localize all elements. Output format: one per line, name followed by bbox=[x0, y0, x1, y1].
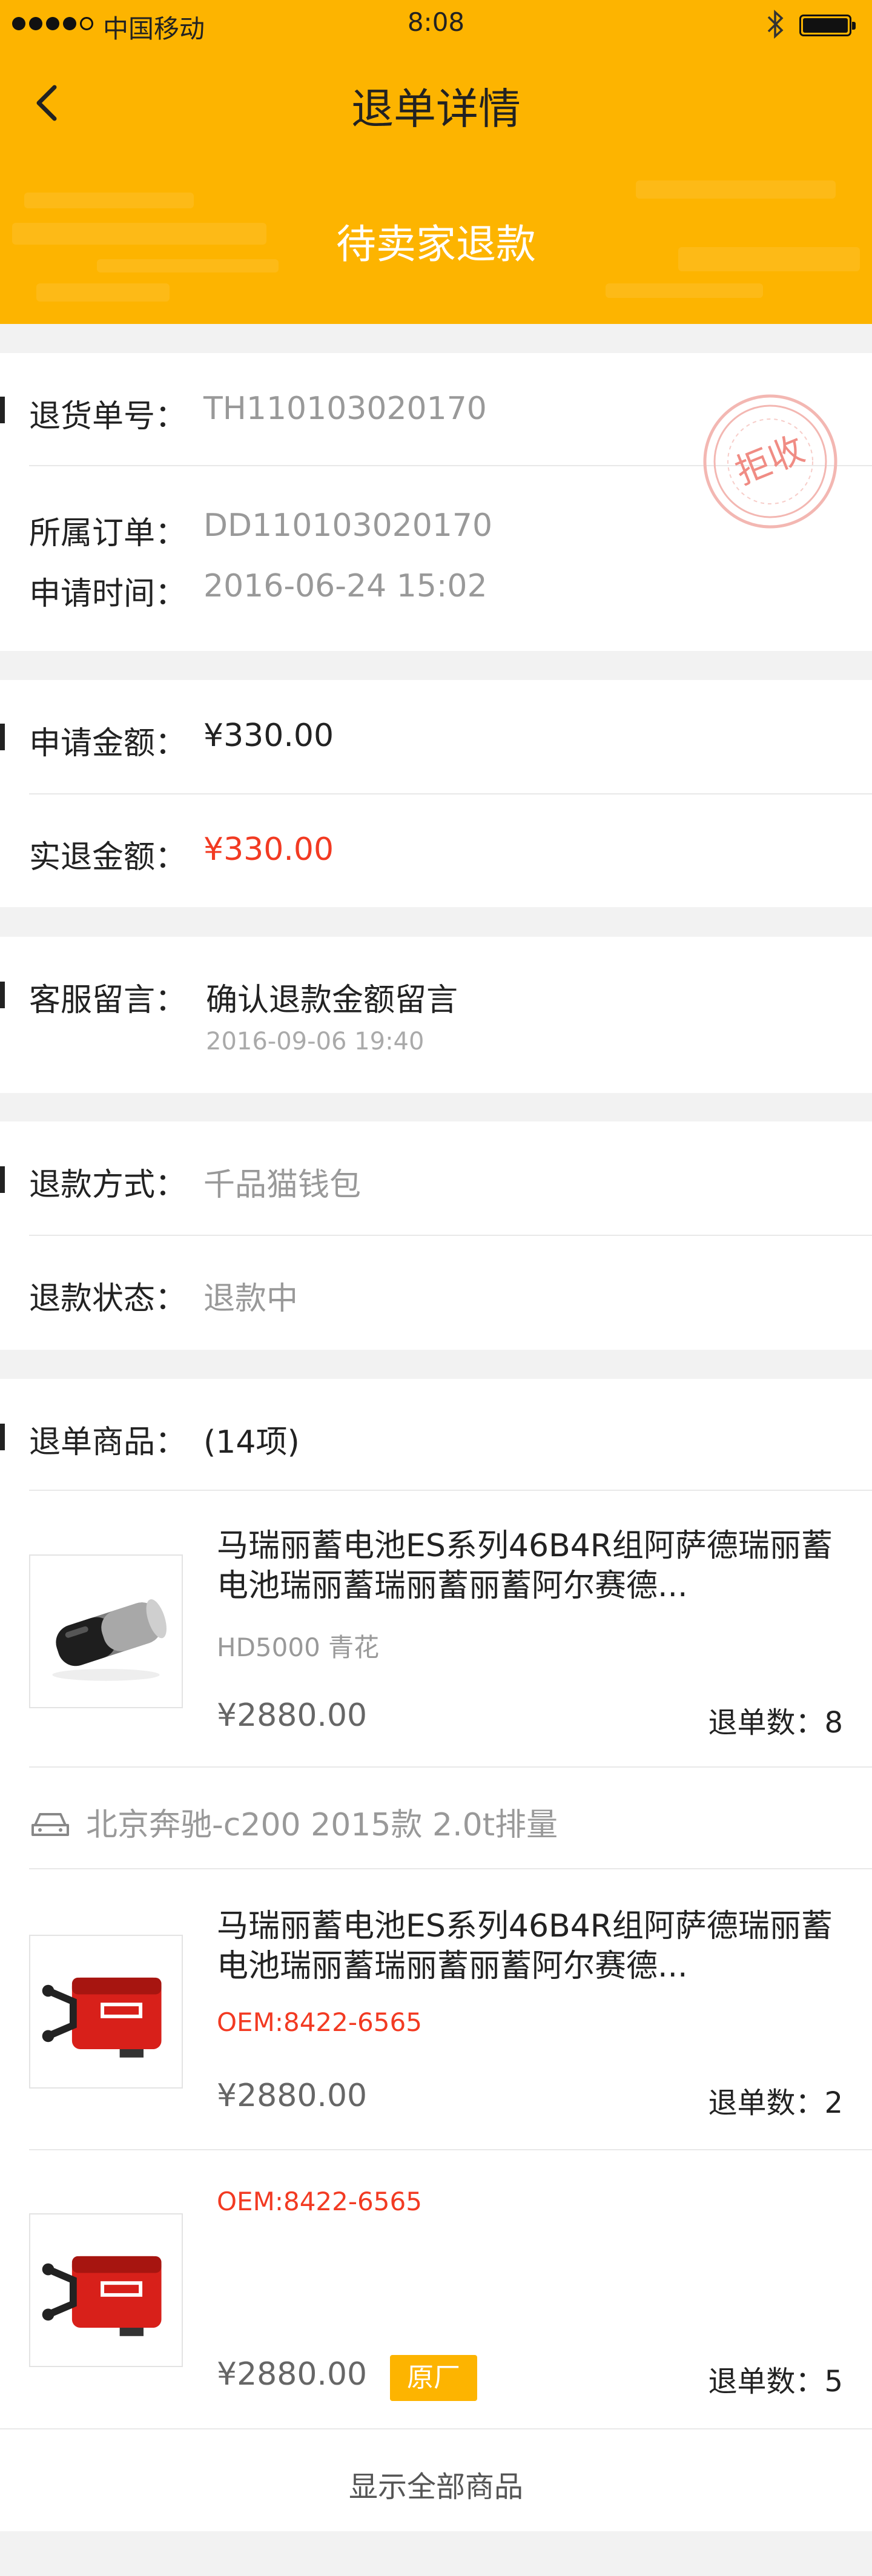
apply-amount-label: 申请金额： bbox=[29, 725, 187, 762]
service-message-time: 2016-09-06 19:40 bbox=[206, 1028, 424, 1055]
apply-amount-value: ¥330.00 bbox=[203, 718, 334, 754]
refund-method-card: 退款方式： 千品猫钱包 退款状态： 退款中 bbox=[0, 1121, 872, 1350]
refund-amount-value: ¥330.00 bbox=[203, 831, 334, 868]
header: 中国移动 8:08 退单详情 待卖家退款 bbox=[0, 0, 872, 324]
product-oem: OEM:8422-6565 bbox=[217, 2187, 422, 2216]
product-image bbox=[29, 2213, 183, 2367]
product-image bbox=[29, 1554, 183, 1708]
return-qty: 退单数：8 bbox=[708, 1706, 843, 1740]
goods-card: 退单商品： (14项) 马瑞丽蓄电池ES系列46B4R组阿萨德瑞丽蓄电池瑞丽蓄瑞… bbox=[0, 1379, 872, 2531]
page-title: 退单详情 bbox=[351, 84, 521, 134]
status-time: 8:08 bbox=[407, 7, 465, 37]
service-message-card: 客服留言： 确认退款金额留言 2016-09-06 19:40 bbox=[0, 937, 872, 1093]
return-no-value: TH110103020170 bbox=[203, 391, 487, 427]
return-no-label: 退货单号： bbox=[29, 398, 187, 435]
status-bar: 中国移动 8:08 bbox=[0, 0, 872, 48]
svg-text:拒收: 拒收 bbox=[730, 428, 810, 493]
status-banner: 待卖家退款 bbox=[0, 156, 872, 324]
car-model-text: 北京奔驰-c200 2015款 2.0t排量 bbox=[86, 1807, 558, 1843]
refund-status-text: 待卖家退款 bbox=[336, 221, 536, 268]
original-factory-badge: 原厂 bbox=[390, 2355, 477, 2401]
product-oem: OEM:8422-6565 bbox=[217, 2007, 422, 2037]
refund-method-label: 退款方式： bbox=[29, 1167, 187, 1203]
goods-count: (14项) bbox=[203, 1424, 300, 1461]
battery-icon bbox=[799, 15, 856, 36]
bluetooth-icon bbox=[766, 7, 784, 48]
product-price: ¥2880.00 bbox=[217, 2356, 368, 2393]
refund-status-value: 退款中 bbox=[203, 1281, 299, 1317]
product-title: 马瑞丽蓄电池ES系列46B4R组阿萨德瑞丽蓄电池瑞丽蓄瑞丽蓄丽蓄阿尔赛德... bbox=[217, 1908, 833, 1984]
service-message-label: 客服留言： bbox=[29, 982, 187, 1019]
return-qty: 退单数：2 bbox=[708, 2086, 843, 2120]
refund-method-value: 千品猫钱包 bbox=[203, 1167, 362, 1203]
order-no-label: 所属订单： bbox=[29, 515, 187, 552]
section-marker bbox=[0, 397, 5, 423]
order-no-value: DD110103020170 bbox=[203, 507, 493, 544]
refund-amount-label: 实退金额： bbox=[29, 839, 187, 876]
apply-time-value: 2016-06-24 15:02 bbox=[203, 568, 487, 604]
car-icon bbox=[31, 1813, 69, 1836]
return-qty: 退单数：5 bbox=[708, 2365, 843, 2399]
rejected-stamp: 拒收 bbox=[698, 389, 843, 534]
product-price: ¥2880.00 bbox=[217, 2078, 368, 2114]
show-all-goods-button[interactable]: 显示全部商品 bbox=[0, 2463, 872, 2505]
apply-time-label: 申请时间： bbox=[29, 576, 187, 612]
product-image bbox=[29, 1935, 183, 2089]
amount-card: 申请金额： ¥330.00 实退金额： ¥330.00 bbox=[0, 680, 872, 907]
service-message-content: 确认退款金额留言 bbox=[206, 982, 458, 1019]
product-price: ¥2880.00 bbox=[217, 1697, 368, 1734]
refund-status-label: 退款状态： bbox=[29, 1281, 187, 1317]
nav-bar: 退单详情 bbox=[0, 61, 872, 145]
goods-label: 退单商品： bbox=[29, 1424, 187, 1461]
product-spec: HD5000 青花 bbox=[217, 1633, 380, 1662]
product-title: 马瑞丽蓄电池ES系列46B4R组阿萨德瑞丽蓄电池瑞丽蓄瑞丽蓄丽蓄阿尔赛德... bbox=[217, 1528, 833, 1604]
